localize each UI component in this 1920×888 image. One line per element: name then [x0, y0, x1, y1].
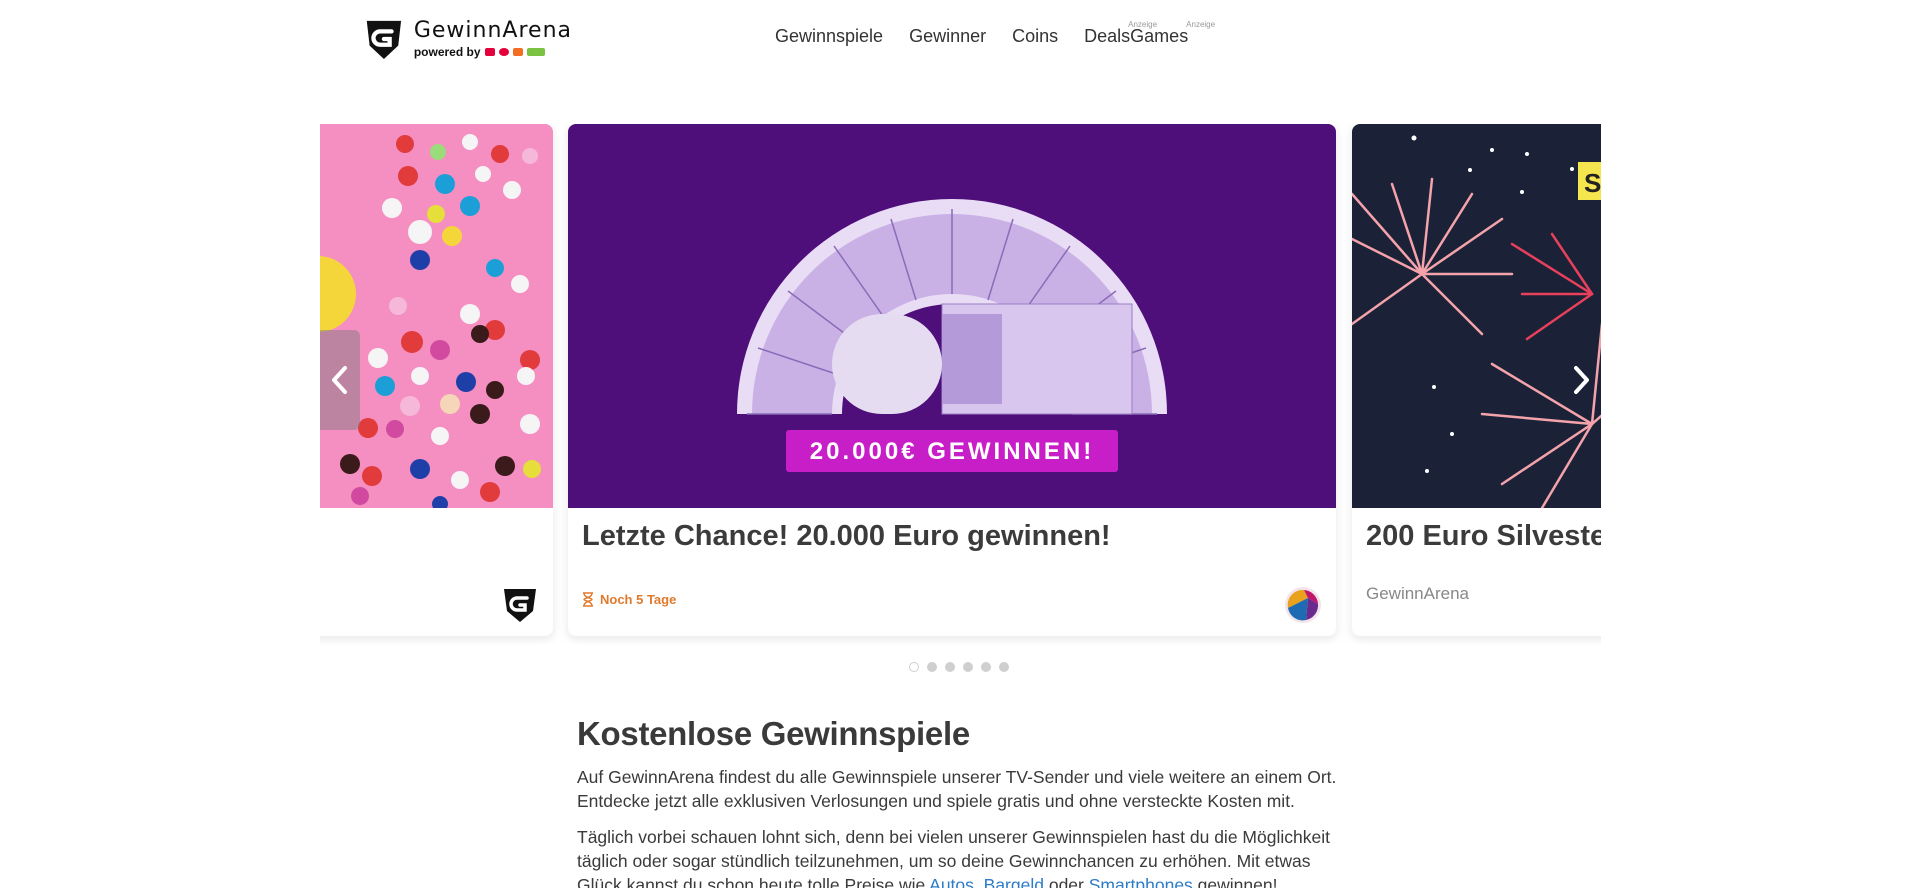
powered-by: powered by	[414, 46, 572, 58]
carousel-next-button[interactable]	[1561, 330, 1601, 430]
link-smartphones[interactable]: Smartphones	[1089, 875, 1193, 888]
nav-deals-label: Deals	[1084, 26, 1131, 46]
card-title[interactable]: 200 Euro Silveste	[1366, 520, 1601, 553]
sixx-icon	[526, 48, 545, 56]
gewinnarena-logo-icon	[366, 20, 402, 60]
chevron-right-icon	[1574, 366, 1589, 394]
intro-paragraph: Auf GewinnArena findest du alle Gewinnsp…	[577, 767, 1337, 811]
carousel-dot-6[interactable]	[999, 662, 1009, 672]
tips-separator-1: ,	[973, 875, 984, 888]
card-title[interactable]: Letzte Chance! 20.000 Euro gewinnen!	[582, 520, 1111, 553]
intro-section: Kostenlose Gewinnspiele Auf GewinnArena …	[577, 715, 1347, 888]
nav-gewinner[interactable]: Gewinner	[909, 26, 986, 47]
deadline-badge: Noch 5 Tage	[582, 592, 676, 607]
gewinnarena-logo[interactable]: GewinnArena powered by	[362, 15, 572, 63]
nav-games-label: Games	[1130, 26, 1189, 46]
carousel-prev-button[interactable]	[320, 330, 360, 430]
sat1-brand-icon	[1285, 587, 1321, 623]
carousel-dot-2[interactable]	[927, 662, 937, 672]
nav-coins[interactable]: Coins	[1012, 26, 1058, 47]
money-fan-image: 20.000€ GEWINNEN!	[568, 124, 1336, 508]
site-header: GewinnArena powered by Gewinnspiele Gewi…	[0, 0, 1920, 80]
confetti-image	[320, 124, 553, 508]
link-bargeld[interactable]: Bargeld	[984, 875, 1044, 888]
hourglass-icon	[583, 592, 593, 607]
tips-paragraph: Täglich vorbei schauen lohnt sich, denn …	[577, 825, 1347, 888]
tips-text-end: gewinnen!	[1192, 875, 1278, 888]
gewinnarena-brand-icon	[504, 589, 536, 622]
fireworks-image: S	[1352, 124, 1601, 508]
chevron-left-icon	[332, 366, 347, 394]
carousel-dot-5[interactable]	[981, 662, 991, 672]
deadline-text: Noch 5 Tage	[600, 592, 677, 607]
nav-games[interactable]: Games Anzeige	[1130, 20, 1215, 47]
prize-carousel: 20.000€ GEWINNEN! Letzte Chance! 20.000 …	[320, 124, 1601, 644]
nav-deals[interactable]: Deals Anzeige	[1084, 20, 1157, 47]
kabeleins-icon	[512, 48, 523, 56]
carousel-dot-4[interactable]	[963, 662, 973, 672]
main-nav: Gewinnspiele Gewinner Coins Deals Anzeig…	[775, 20, 1215, 47]
prize-banner-text: 20.000€ GEWINNEN!	[810, 438, 1094, 465]
card-source: GewinnArena	[1366, 584, 1470, 603]
nav-gewinnspiele[interactable]: Gewinnspiele	[775, 26, 883, 47]
nav-games-ad-label: Anzeige	[1186, 20, 1216, 29]
right-card-badge: S	[1584, 168, 1601, 198]
prosieben-icon	[484, 48, 495, 56]
carousel-card-current[interactable]: 20.000€ GEWINNEN! Letzte Chance! 20.000 …	[568, 124, 1336, 636]
tips-separator-2: oder	[1043, 875, 1089, 888]
powered-by-label: powered by	[413, 45, 481, 59]
carousel-dot-3[interactable]	[945, 662, 955, 672]
sat1-icon	[498, 48, 509, 56]
carousel-dot-1[interactable]	[909, 662, 919, 672]
carousel-pagination	[909, 662, 1009, 672]
logo-name: GewinnArena	[413, 18, 572, 43]
link-autos[interactable]: Autos	[929, 875, 974, 888]
page-heading: Kostenlose Gewinnspiele	[577, 715, 970, 752]
